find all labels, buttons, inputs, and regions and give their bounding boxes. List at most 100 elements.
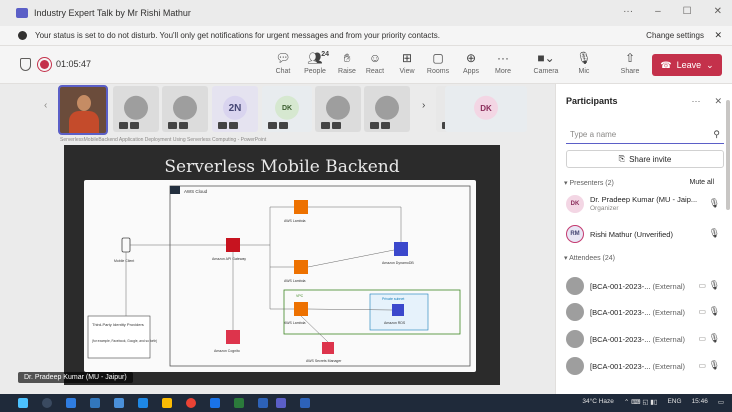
system-tray: 34°C Haze ⌃ ⌨ ◱ ▮▯ ENG 15:46 ▭ (582, 398, 724, 406)
connector-lines (125, 206, 402, 343)
video-tile[interactable] (364, 86, 410, 132)
change-settings-link[interactable]: Change settings (646, 31, 704, 40)
avatar-icon (566, 330, 584, 348)
mic-off-icon: 🎙︎ (708, 333, 720, 343)
video-tile-presenter[interactable] (58, 85, 108, 135)
video-tile[interactable] (113, 86, 159, 132)
avatar-initials: DK (474, 95, 498, 120)
mic-button[interactable]: 🎙︎ Mic (568, 50, 600, 80)
participant-name: Rishi Mathur (Unverified) (590, 230, 673, 239)
panel-scrollbar[interactable] (726, 100, 730, 210)
dnd-banner: Your status is set to do not disturb. Yo… (0, 26, 732, 46)
presenters-header[interactable]: ▾ Presenters (2) (564, 179, 614, 187)
window-title: Industry Expert Talk by Mr Rishi Mathur (34, 8, 191, 18)
overflow-tile[interactable]: DK (445, 86, 527, 132)
participant-row[interactable]: RM Rishi Mathur (Unverified) 🎙︎ (564, 222, 724, 246)
chat-button[interactable]: 💬︎ Chat (267, 50, 299, 80)
rooms-button[interactable]: ▢ Rooms (422, 50, 454, 80)
chevron-left-icon[interactable]: ‹ (44, 100, 47, 111)
chevron-right-icon[interactable]: › (422, 100, 425, 111)
participant-row[interactable]: [BCA-001-2023-... (External) ▭ 🎙︎ (564, 300, 724, 324)
notifications-icon[interactable]: ▭ (718, 398, 724, 406)
avatar-icon (566, 303, 584, 321)
video-off-icon: ▭ (698, 361, 706, 370)
share-invite-button[interactable]: ⎘ Share invite (566, 150, 724, 168)
files-icon[interactable] (162, 398, 172, 408)
participant-row[interactable]: [BCA-001-2023-... (External) ▭ 🎙︎ (564, 354, 724, 378)
language-indicator[interactable]: ENG (667, 398, 681, 406)
video-tile[interactable]: 2N (212, 86, 258, 132)
clock[interactable]: 15:46 (692, 398, 708, 406)
shared-screen: Serverless Mobile Backend AWS Cloud Mobi… (64, 145, 500, 385)
teams-icon[interactable] (276, 398, 286, 408)
search-icon[interactable] (42, 398, 52, 408)
maximize-button[interactable]: ☐ (683, 6, 692, 17)
video-tile[interactable] (162, 86, 208, 132)
panel-more-icon[interactable]: ··· (691, 96, 700, 107)
edge-icon[interactable] (66, 398, 76, 408)
participant-name: [BCA-001-2023-... (External) (590, 335, 686, 344)
chat-icon: 💬︎ (275, 51, 291, 65)
video-tile[interactable] (315, 86, 361, 132)
close-button[interactable]: ✕ (714, 6, 722, 17)
lambda2-label: AWS Lambda (284, 279, 306, 283)
tray-icons[interactable]: ⌃ ⌨ ◱ ▮▯ (624, 398, 658, 406)
api-gateway-icon (226, 238, 240, 252)
video-off-icon: ▭ (698, 281, 706, 290)
avatar-initials: 2N (223, 95, 247, 120)
mute-all-button[interactable]: Mute all (689, 179, 714, 186)
teams-logo-icon (16, 8, 28, 18)
more-options-icon[interactable]: ··· (623, 6, 633, 17)
avatar-icon (326, 95, 350, 120)
view-button[interactable]: ⊞ View (391, 50, 423, 80)
vpc-label: VPC (296, 294, 304, 298)
more-button[interactable]: ··· More (487, 50, 519, 80)
more-icon: ··· (497, 51, 509, 65)
chevron-down-icon: ⌄ (706, 59, 714, 70)
secrets-manager-icon (322, 342, 334, 354)
presenter-video (77, 95, 91, 111)
participant-row[interactable]: [BCA-001-2023-... (External) ▭ 🎙︎ (564, 327, 724, 351)
app-icon[interactable] (138, 398, 148, 408)
share-invite-icon: ⎘ (618, 154, 626, 163)
mic-icon: 🎙︎ (708, 228, 720, 238)
start-icon[interactable] (18, 398, 28, 408)
presenter-name-label: Dr. Pradeep Kumar (MU - Jaipur) (18, 372, 133, 383)
mic-off-icon: 🎙︎ (708, 360, 720, 370)
api-label: Amazon API Gateway (212, 257, 246, 261)
participant-search-input[interactable]: Type a name ⚲ (566, 126, 724, 144)
mic-off-icon: 🎙︎ (708, 306, 720, 316)
title-bar: Industry Expert Talk by Mr Rishi Mathur … (0, 0, 732, 26)
react-button[interactable]: ☺ React (359, 50, 391, 80)
camera-button[interactable]: ■⌄ Camera (530, 50, 562, 80)
rds-icon (392, 304, 404, 316)
app-icon[interactable] (210, 398, 220, 408)
mic-icon: 🎙︎ (576, 51, 592, 65)
minimize-button[interactable]: – (655, 6, 661, 17)
apps-button[interactable]: ⊕ Apps (455, 50, 487, 80)
participant-row[interactable]: DK Dr. Pradeep Kumar (MU - Jaip... Organ… (564, 192, 724, 216)
participant-row[interactable]: [BCA-001-2023-... (External) ▭ 🎙︎ (564, 274, 724, 298)
app-icon[interactable] (300, 398, 310, 408)
store-icon[interactable] (90, 398, 100, 408)
dnd-message: Your status is set to do not disturb. Yo… (35, 31, 441, 40)
video-tile[interactable]: DK (262, 86, 312, 132)
windows-taskbar: 34°C Haze ⌃ ⌨ ◱ ▮▯ ENG 15:46 ▭ (0, 394, 732, 412)
avatar-initials: RM (566, 225, 584, 243)
leave-button[interactable]: ☎ Leave ⌄ (652, 54, 722, 76)
cloud-label: AWS Cloud (184, 189, 208, 194)
avatar-icon (375, 95, 399, 120)
people-button[interactable]: 👥︎ 24 People (299, 50, 331, 80)
panel-close-icon[interactable]: ✕ (714, 96, 722, 107)
word-icon[interactable] (258, 398, 268, 408)
mic-off-icon: 🎙︎ (708, 280, 720, 290)
mail-icon[interactable] (114, 398, 124, 408)
attendees-header[interactable]: ▾ Attendees (24) (564, 254, 615, 262)
excel-icon[interactable] (234, 398, 244, 408)
subnet-label: Private subnet (382, 297, 404, 301)
meeting-toolbar: 01:05:47 💬︎ Chat 👥︎ 24 People ✋︎ Raise ☺… (0, 46, 732, 84)
weather-widget[interactable]: 34°C Haze (582, 398, 614, 406)
dismiss-banner-icon[interactable]: ✕ (714, 30, 722, 41)
share-button[interactable]: ⇧ Share (614, 50, 646, 80)
chrome-icon[interactable] (186, 398, 196, 408)
